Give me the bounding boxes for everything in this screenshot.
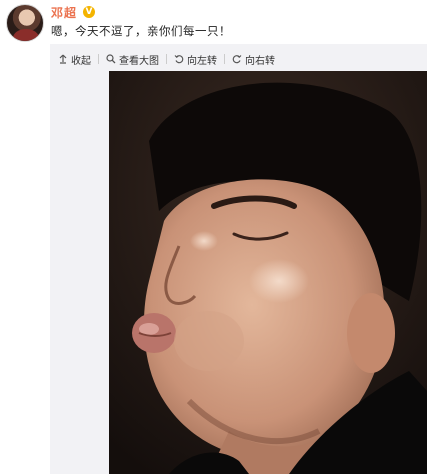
collapse-button[interactable]: 收起 xyxy=(58,52,91,67)
rotate-left-label: 向左转 xyxy=(187,55,217,67)
image-toolbar: 收起 查看大图 向左转 向右转 xyxy=(58,51,275,67)
avatar-figure xyxy=(13,29,39,41)
rotate-right-label: 向右转 xyxy=(245,55,275,67)
post-text: 嗯，今天不逗了，亲你们每一只！ xyxy=(51,24,231,38)
toolbar-divider xyxy=(98,54,99,64)
toolbar-divider xyxy=(224,54,225,64)
username[interactable]: 邓超 xyxy=(51,4,77,21)
rotate-right-button[interactable]: 向右转 xyxy=(232,52,275,67)
rotate-left-button[interactable]: 向左转 xyxy=(174,52,217,67)
avatar[interactable] xyxy=(6,4,44,42)
post-photo[interactable] xyxy=(109,71,427,474)
rotate-right-icon xyxy=(232,54,242,64)
weibo-post: 邓超 V 嗯，今天不逗了，亲你们每一只！ 收起 查看大图 向左转 向右转 xyxy=(0,0,430,474)
view-large-label: 查看大图 xyxy=(119,55,159,67)
magnify-icon xyxy=(106,54,116,64)
toolbar-divider xyxy=(166,54,167,64)
verified-badge-icon: V xyxy=(83,6,96,18)
collapse-up-icon xyxy=(58,54,68,64)
view-large-button[interactable]: 查看大图 xyxy=(106,52,159,67)
rotate-left-icon xyxy=(174,54,184,64)
username-row: 邓超 V xyxy=(51,4,96,21)
collapse-label: 收起 xyxy=(71,55,91,67)
selfie-image xyxy=(109,71,427,474)
